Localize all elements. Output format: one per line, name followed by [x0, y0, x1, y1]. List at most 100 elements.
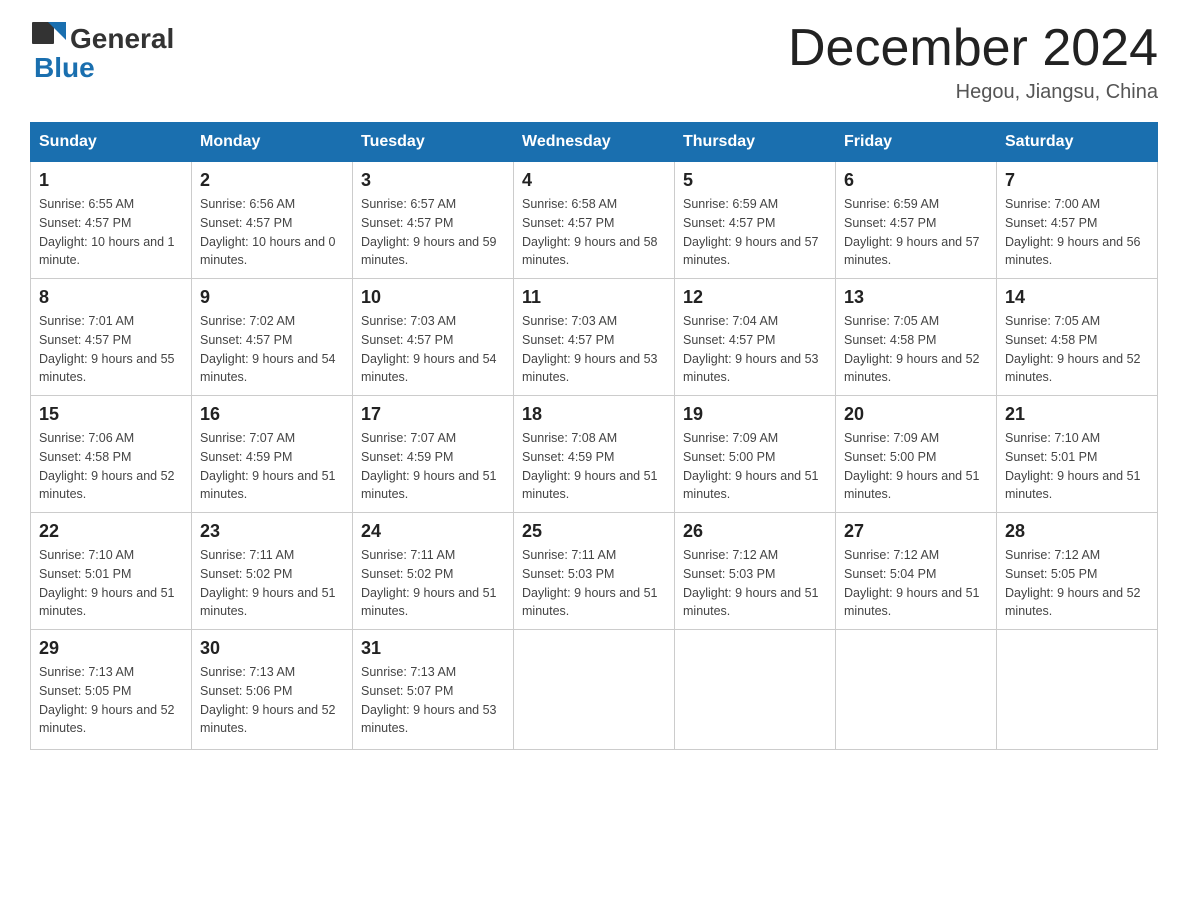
location-subtitle: Hegou, Jiangsu, China — [788, 81, 1158, 104]
day-info: Sunrise: 7:13 AMSunset: 5:06 PMDaylight:… — [200, 665, 336, 735]
day-cell: 18 Sunrise: 7:08 AMSunset: 4:59 PMDaylig… — [514, 396, 675, 513]
day-number: 29 — [39, 638, 183, 659]
day-info: Sunrise: 7:01 AMSunset: 4:57 PMDaylight:… — [39, 314, 175, 384]
day-cell: 17 Sunrise: 7:07 AMSunset: 4:59 PMDaylig… — [353, 396, 514, 513]
day-info: Sunrise: 6:58 AMSunset: 4:57 PMDaylight:… — [522, 197, 658, 267]
day-cell: 31 Sunrise: 7:13 AMSunset: 5:07 PMDaylig… — [353, 630, 514, 750]
day-cell: 13 Sunrise: 7:05 AMSunset: 4:58 PMDaylig… — [836, 279, 997, 396]
day-number: 2 — [200, 170, 344, 191]
day-info: Sunrise: 6:59 AMSunset: 4:57 PMDaylight:… — [683, 197, 819, 267]
day-header-monday: Monday — [192, 123, 353, 162]
day-number: 11 — [522, 287, 666, 308]
day-number: 20 — [844, 404, 988, 425]
day-cell: 3 Sunrise: 6:57 AMSunset: 4:57 PMDayligh… — [353, 162, 514, 279]
day-cell: 7 Sunrise: 7:00 AMSunset: 4:57 PMDayligh… — [997, 162, 1158, 279]
day-info: Sunrise: 7:09 AMSunset: 5:00 PMDaylight:… — [683, 431, 819, 501]
day-info: Sunrise: 7:05 AMSunset: 4:58 PMDaylight:… — [844, 314, 980, 384]
day-cell: 10 Sunrise: 7:03 AMSunset: 4:57 PMDaylig… — [353, 279, 514, 396]
day-info: Sunrise: 7:13 AMSunset: 5:07 PMDaylight:… — [361, 665, 497, 735]
day-number: 25 — [522, 521, 666, 542]
day-header-thursday: Thursday — [675, 123, 836, 162]
day-cell: 5 Sunrise: 6:59 AMSunset: 4:57 PMDayligh… — [675, 162, 836, 279]
day-cell: 4 Sunrise: 6:58 AMSunset: 4:57 PMDayligh… — [514, 162, 675, 279]
day-cell: 6 Sunrise: 6:59 AMSunset: 4:57 PMDayligh… — [836, 162, 997, 279]
logo-blue-text: Blue — [30, 52, 95, 84]
day-info: Sunrise: 7:12 AMSunset: 5:03 PMDaylight:… — [683, 548, 819, 618]
day-number: 22 — [39, 521, 183, 542]
week-row-1: 1 Sunrise: 6:55 AMSunset: 4:57 PMDayligh… — [31, 162, 1158, 279]
day-cell: 2 Sunrise: 6:56 AMSunset: 4:57 PMDayligh… — [192, 162, 353, 279]
day-number: 16 — [200, 404, 344, 425]
day-cell: 29 Sunrise: 7:13 AMSunset: 5:05 PMDaylig… — [31, 630, 192, 750]
calendar-table: SundayMondayTuesdayWednesdayThursdayFrid… — [30, 122, 1158, 750]
logo: General Blue — [30, 20, 174, 84]
day-number: 15 — [39, 404, 183, 425]
day-cell: 21 Sunrise: 7:10 AMSunset: 5:01 PMDaylig… — [997, 396, 1158, 513]
day-header-saturday: Saturday — [997, 123, 1158, 162]
day-cell: 12 Sunrise: 7:04 AMSunset: 4:57 PMDaylig… — [675, 279, 836, 396]
day-header-wednesday: Wednesday — [514, 123, 675, 162]
day-cell — [514, 630, 675, 750]
day-info: Sunrise: 7:03 AMSunset: 4:57 PMDaylight:… — [522, 314, 658, 384]
day-info: Sunrise: 7:11 AMSunset: 5:02 PMDaylight:… — [200, 548, 336, 618]
day-info: Sunrise: 7:10 AMSunset: 5:01 PMDaylight:… — [1005, 431, 1141, 501]
week-row-3: 15 Sunrise: 7:06 AMSunset: 4:58 PMDaylig… — [31, 396, 1158, 513]
day-number: 4 — [522, 170, 666, 191]
day-cell: 19 Sunrise: 7:09 AMSunset: 5:00 PMDaylig… — [675, 396, 836, 513]
page-header: General Blue December 2024 Hegou, Jiangs… — [30, 20, 1158, 104]
day-info: Sunrise: 7:06 AMSunset: 4:58 PMDaylight:… — [39, 431, 175, 501]
day-info: Sunrise: 7:12 AMSunset: 5:05 PMDaylight:… — [1005, 548, 1141, 618]
day-number: 21 — [1005, 404, 1149, 425]
day-cell: 28 Sunrise: 7:12 AMSunset: 5:05 PMDaylig… — [997, 513, 1158, 630]
day-cell: 1 Sunrise: 6:55 AMSunset: 4:57 PMDayligh… — [31, 162, 192, 279]
day-cell — [836, 630, 997, 750]
week-row-4: 22 Sunrise: 7:10 AMSunset: 5:01 PMDaylig… — [31, 513, 1158, 630]
day-header-sunday: Sunday — [31, 123, 192, 162]
day-info: Sunrise: 7:09 AMSunset: 5:00 PMDaylight:… — [844, 431, 980, 501]
day-number: 7 — [1005, 170, 1149, 191]
day-info: Sunrise: 7:11 AMSunset: 5:02 PMDaylight:… — [361, 548, 497, 618]
day-number: 27 — [844, 521, 988, 542]
week-row-2: 8 Sunrise: 7:01 AMSunset: 4:57 PMDayligh… — [31, 279, 1158, 396]
day-info: Sunrise: 7:03 AMSunset: 4:57 PMDaylight:… — [361, 314, 497, 384]
day-cell: 9 Sunrise: 7:02 AMSunset: 4:57 PMDayligh… — [192, 279, 353, 396]
day-info: Sunrise: 7:04 AMSunset: 4:57 PMDaylight:… — [683, 314, 819, 384]
day-number: 28 — [1005, 521, 1149, 542]
day-cell: 16 Sunrise: 7:07 AMSunset: 4:59 PMDaylig… — [192, 396, 353, 513]
day-number: 17 — [361, 404, 505, 425]
day-header-friday: Friday — [836, 123, 997, 162]
day-cell: 23 Sunrise: 7:11 AMSunset: 5:02 PMDaylig… — [192, 513, 353, 630]
day-info: Sunrise: 6:55 AMSunset: 4:57 PMDaylight:… — [39, 197, 175, 267]
calendar-body: 1 Sunrise: 6:55 AMSunset: 4:57 PMDayligh… — [31, 162, 1158, 750]
day-cell: 30 Sunrise: 7:13 AMSunset: 5:06 PMDaylig… — [192, 630, 353, 750]
day-info: Sunrise: 7:13 AMSunset: 5:05 PMDaylight:… — [39, 665, 175, 735]
title-area: December 2024 Hegou, Jiangsu, China — [788, 20, 1158, 104]
day-info: Sunrise: 6:56 AMSunset: 4:57 PMDaylight:… — [200, 197, 336, 267]
day-number: 3 — [361, 170, 505, 191]
day-cell: 8 Sunrise: 7:01 AMSunset: 4:57 PMDayligh… — [31, 279, 192, 396]
day-number: 13 — [844, 287, 988, 308]
day-cell: 27 Sunrise: 7:12 AMSunset: 5:04 PMDaylig… — [836, 513, 997, 630]
day-number: 24 — [361, 521, 505, 542]
day-number: 26 — [683, 521, 827, 542]
week-row-5: 29 Sunrise: 7:13 AMSunset: 5:05 PMDaylig… — [31, 630, 1158, 750]
day-cell: 26 Sunrise: 7:12 AMSunset: 5:03 PMDaylig… — [675, 513, 836, 630]
day-number: 31 — [361, 638, 505, 659]
day-cell: 11 Sunrise: 7:03 AMSunset: 4:57 PMDaylig… — [514, 279, 675, 396]
day-info: Sunrise: 7:11 AMSunset: 5:03 PMDaylight:… — [522, 548, 658, 618]
logo-general-text: General — [70, 23, 174, 55]
day-cell — [997, 630, 1158, 750]
day-info: Sunrise: 7:07 AMSunset: 4:59 PMDaylight:… — [361, 431, 497, 501]
day-number: 5 — [683, 170, 827, 191]
day-cell: 22 Sunrise: 7:10 AMSunset: 5:01 PMDaylig… — [31, 513, 192, 630]
day-number: 6 — [844, 170, 988, 191]
day-info: Sunrise: 7:00 AMSunset: 4:57 PMDaylight:… — [1005, 197, 1141, 267]
day-cell: 24 Sunrise: 7:11 AMSunset: 5:02 PMDaylig… — [353, 513, 514, 630]
day-cell: 25 Sunrise: 7:11 AMSunset: 5:03 PMDaylig… — [514, 513, 675, 630]
day-number: 9 — [200, 287, 344, 308]
day-info: Sunrise: 7:12 AMSunset: 5:04 PMDaylight:… — [844, 548, 980, 618]
day-info: Sunrise: 7:08 AMSunset: 4:59 PMDaylight:… — [522, 431, 658, 501]
day-cell: 15 Sunrise: 7:06 AMSunset: 4:58 PMDaylig… — [31, 396, 192, 513]
day-info: Sunrise: 7:10 AMSunset: 5:01 PMDaylight:… — [39, 548, 175, 618]
day-number: 1 — [39, 170, 183, 191]
